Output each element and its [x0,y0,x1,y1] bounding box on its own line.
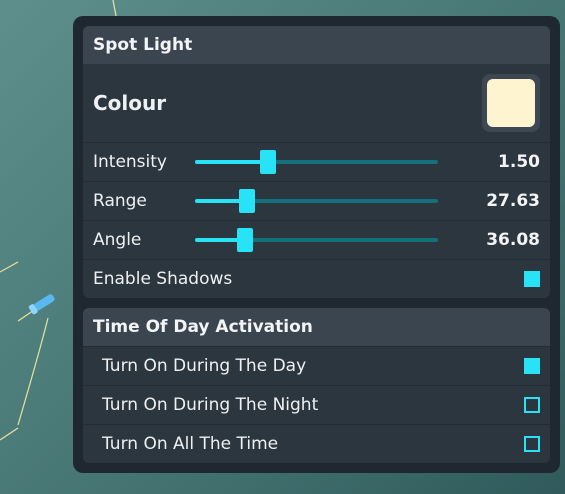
section-title: Spot Light [83,26,550,64]
colour-swatch [487,79,535,127]
section-title: Time Of Day Activation [83,308,550,346]
enable-shadows-row: Enable Shadows [83,259,550,298]
option-row-night: Turn On During The Night [83,385,550,424]
option-label: Turn On All The Time [102,434,279,454]
option-row-all-time: Turn On All The Time [83,424,550,463]
option-label: Turn On During The Night [102,395,319,415]
slider-value: 27.63 [486,191,540,211]
slider-row-range: Range 27.63 [83,181,550,220]
scene-line [0,427,19,441]
inspector-panel: Spot Light Colour Intensity 1.50 Range 2… [73,16,560,473]
enable-shadows-checkbox[interactable] [524,271,540,287]
slider-label: Range [93,191,147,211]
option-row-day: Turn On During The Day [83,346,550,385]
slider-value: 1.50 [498,152,540,172]
colour-row: Colour [83,64,550,142]
colour-picker-button[interactable] [482,74,540,132]
all-time-checkbox[interactable] [524,436,540,452]
slider-row-intensity: Intensity 1.50 [83,142,550,181]
day-checkbox[interactable] [524,358,540,374]
enable-shadows-label: Enable Shadows [93,269,233,289]
spot-light-section: Spot Light Colour Intensity 1.50 Range 2… [83,26,550,298]
slider-label: Intensity [93,152,167,172]
scene-line [17,317,49,426]
slider-thumb[interactable] [236,228,253,252]
slider-fill [195,160,268,164]
night-checkbox[interactable] [524,397,540,413]
slider-thumb[interactable] [239,189,256,213]
spotlight-gizmo-icon [28,294,55,315]
angle-slider[interactable] [195,228,438,252]
option-label: Turn On During The Day [102,356,307,376]
intensity-slider[interactable] [195,150,438,174]
slider-value: 36.08 [486,230,540,250]
slider-label: Angle [93,230,142,250]
slider-row-angle: Angle 36.08 [83,220,550,259]
slider-thumb[interactable] [259,150,276,174]
range-slider[interactable] [195,189,438,213]
scene-line [0,261,19,273]
time-of-day-section: Time Of Day Activation Turn On During Th… [83,308,550,463]
colour-label: Colour [93,91,167,115]
scene-line [112,0,117,17]
